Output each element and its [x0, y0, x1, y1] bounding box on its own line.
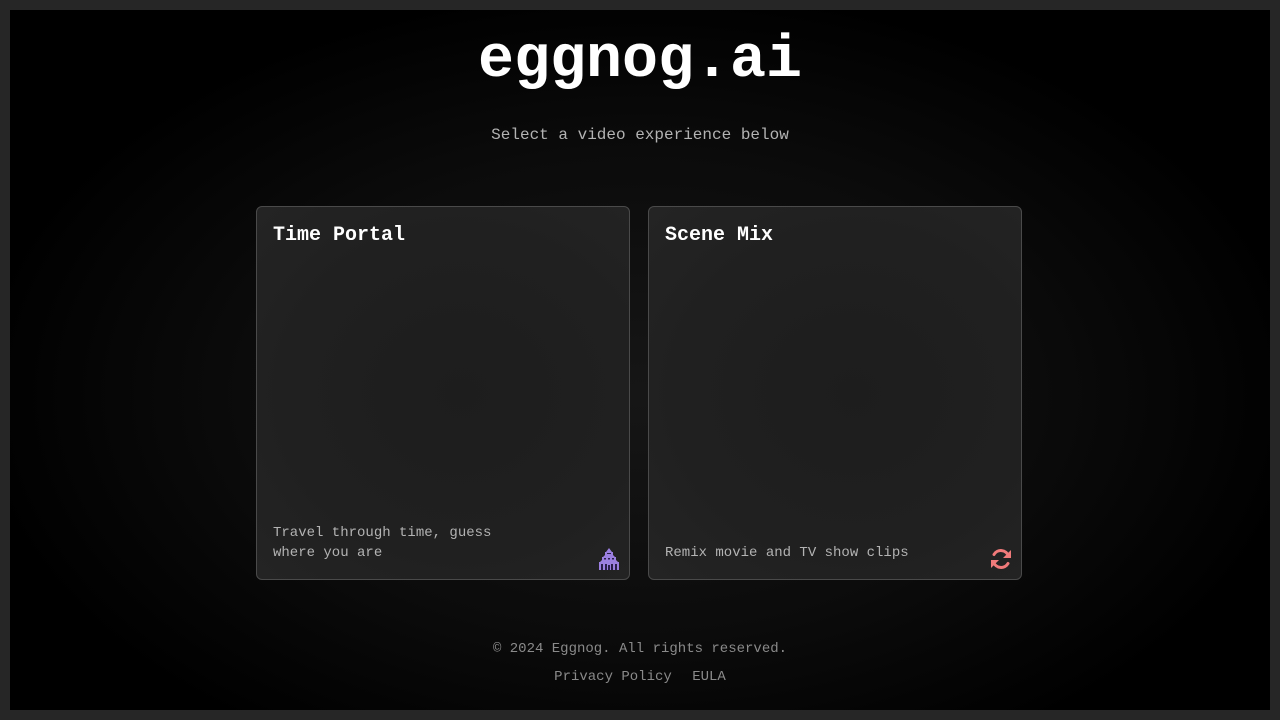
card-title: Time Portal — [273, 224, 406, 247]
card-title: Scene Mix — [665, 224, 774, 247]
logo[interactable]: eggnog.ai — [10, 26, 1270, 96]
card-time-portal[interactable]: Time Portal Travel through time, guess w… — [256, 206, 630, 580]
card-scene-mix[interactable]: Scene Mix Remix movie and TV show clips — [648, 206, 1022, 580]
refresh-icon — [989, 547, 1013, 571]
card-description: Remix movie and TV show clips — [665, 545, 909, 561]
card-description: Travel through time, guess where you are — [273, 525, 492, 561]
page-subtitle: Select a video experience below — [491, 126, 789, 144]
privacy-policy-link[interactable]: Privacy Policy — [554, 669, 672, 685]
eula-link[interactable]: EULA — [692, 669, 726, 685]
copyright: © 2024 Eggnog. All rights reserved. — [492, 641, 788, 657]
footer-links: Privacy Policy EULA — [10, 668, 1270, 686]
page: eggnog.ai Select a video experience belo… — [10, 10, 1270, 710]
temple-icon — [597, 547, 621, 571]
